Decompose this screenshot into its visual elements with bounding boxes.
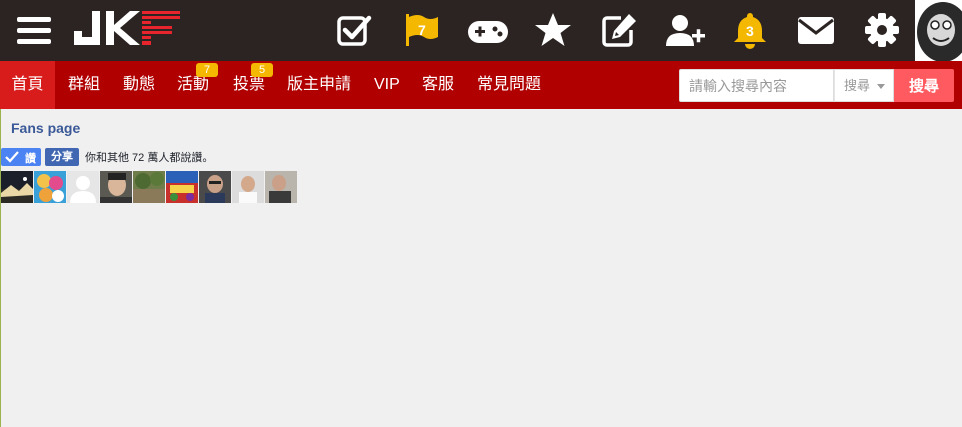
check-icon [5, 151, 19, 163]
top-bar: 7 3 [0, 0, 962, 61]
chevron-down-icon [877, 84, 885, 89]
nav-support-label: 客服 [422, 76, 455, 93]
nav-home-label: 首頁 [11, 76, 44, 93]
menu-icon[interactable] [17, 17, 51, 45]
edit-icon[interactable] [599, 10, 639, 50]
nav-home[interactable]: 首頁 [0, 61, 55, 109]
bell-badge: 3 [746, 23, 754, 39]
fan-avatar[interactable] [199, 171, 231, 203]
fan-avatar[interactable] [133, 171, 165, 203]
gamepad-icon[interactable] [467, 10, 509, 50]
search-type-value: 搜尋 [844, 78, 871, 93]
bell-icon[interactable]: 3 [730, 10, 770, 50]
nav-vip[interactable]: VIP [374, 61, 400, 109]
nav-vip-label: VIP [374, 76, 400, 93]
flag-badge: 7 [418, 22, 426, 38]
nav-moderator-apply-label: 版主申請 [287, 76, 352, 93]
search-button[interactable]: 搜尋 [894, 69, 954, 102]
nav-events-badge: 7 [196, 63, 218, 77]
flag-icon[interactable]: 7 [402, 10, 442, 50]
nav-events-label: 活動 [177, 76, 210, 93]
nav-groups[interactable]: 群組 [68, 61, 100, 109]
social-context-text: 你和其他 72 萬人都說讚。 [85, 152, 214, 164]
fan-avatar[interactable] [67, 171, 99, 203]
user-avatar[interactable] [915, 0, 962, 61]
gear-icon[interactable] [862, 10, 902, 50]
nav-faq-label: 常見問題 [477, 76, 542, 93]
share-button[interactable]: 分享 [45, 148, 79, 166]
nav-moderator-apply[interactable]: 版主申請 [287, 61, 351, 109]
nav-groups-label: 群組 [68, 76, 101, 93]
search-input[interactable] [679, 69, 834, 102]
fan-avatar[interactable] [100, 171, 132, 203]
fan-avatar[interactable] [265, 171, 297, 203]
nav-feed-label: 動態 [123, 76, 156, 93]
fan-avatar[interactable] [232, 171, 264, 203]
fan-avatar[interactable] [166, 171, 198, 203]
fans-page-title[interactable]: Fans page [11, 120, 80, 136]
fan-avatar[interactable] [1, 171, 33, 203]
site-logo[interactable] [74, 11, 184, 53]
mail-icon[interactable] [796, 10, 836, 50]
nav-polls-label: 投票 [233, 76, 266, 93]
star-icon[interactable] [533, 10, 573, 50]
search-type-select[interactable]: 搜尋 [834, 69, 894, 102]
jkf-logo [74, 11, 180, 45]
checkbox-icon[interactable] [334, 10, 374, 50]
nav-feed[interactable]: 動態 [123, 61, 155, 109]
add-user-icon[interactable] [664, 10, 706, 50]
nav-support[interactable]: 客服 [422, 61, 454, 109]
nav-faq[interactable]: 常見問題 [477, 61, 541, 109]
like-button[interactable]: 讚 [1, 148, 41, 166]
fan-avatar[interactable] [34, 171, 66, 203]
nav-polls-badge: 5 [251, 63, 273, 77]
like-label: 讚 [25, 153, 36, 165]
